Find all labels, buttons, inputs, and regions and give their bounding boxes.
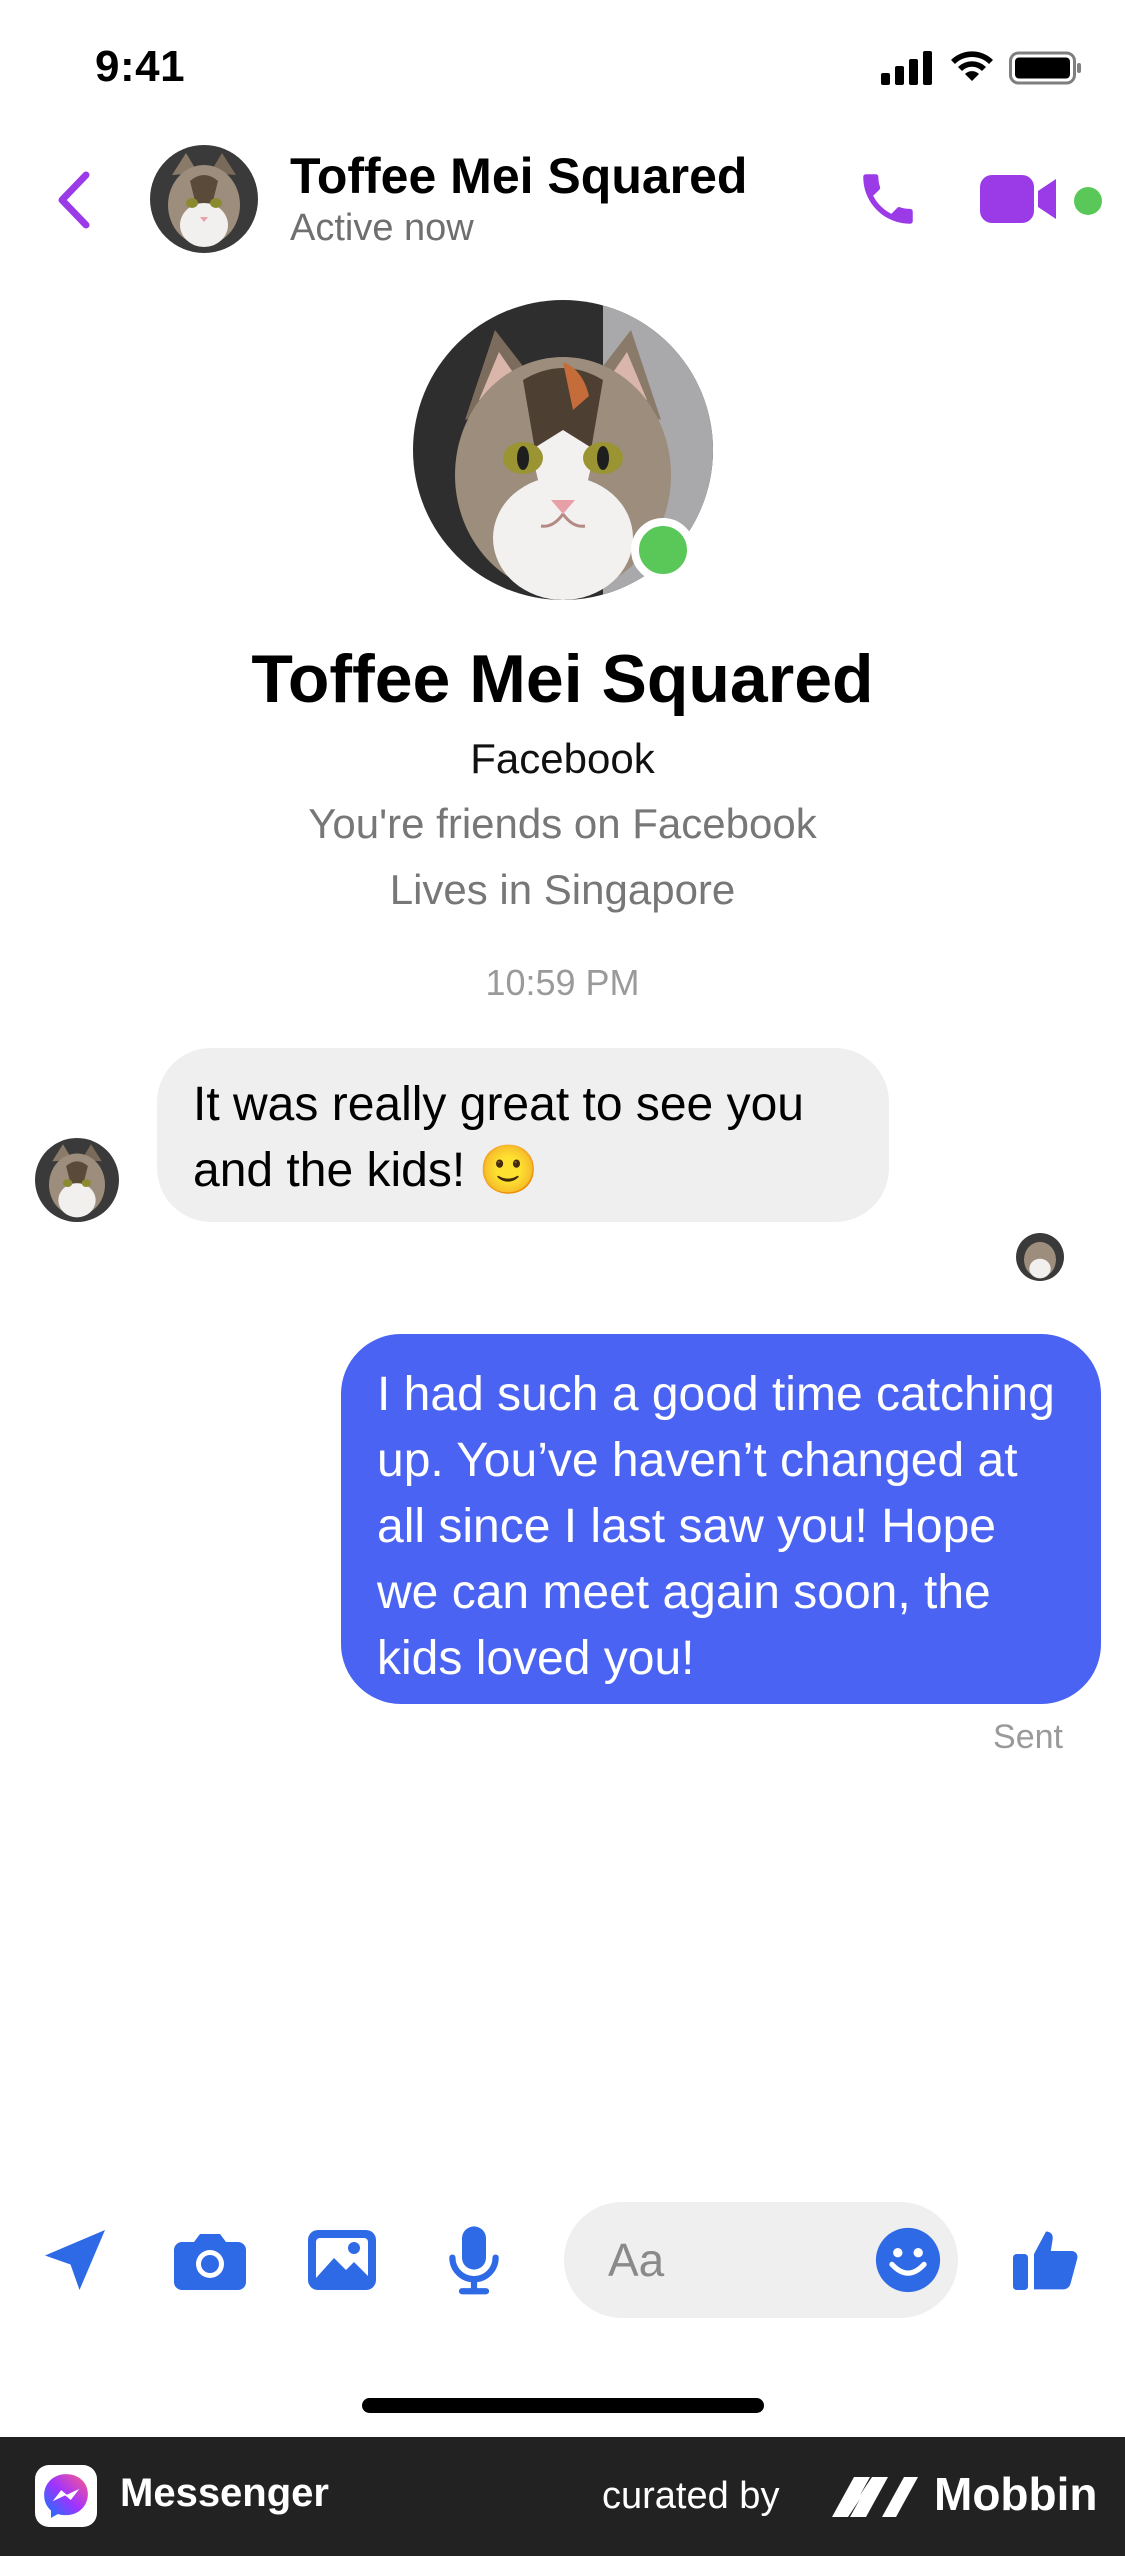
voice-call-button[interactable] bbox=[852, 163, 924, 235]
message-composer bbox=[0, 2190, 1125, 2330]
read-receipt-avatar bbox=[1016, 1233, 1064, 1281]
emoji-button[interactable] bbox=[866, 2218, 950, 2302]
home-indicator bbox=[362, 2398, 764, 2413]
profile-source: Facebook bbox=[470, 735, 655, 782]
outgoing-message-bubble[interactable]: I had such a good time catching up. You’… bbox=[341, 1334, 1101, 1704]
incoming-sender-avatar[interactable] bbox=[35, 1138, 119, 1222]
sent-status: Sent bbox=[993, 1718, 1063, 1756]
incoming-message-bubble[interactable]: It was really great to see you and the k… bbox=[157, 1048, 889, 1222]
footer-brand-name: Mobbin bbox=[934, 2468, 1098, 2520]
status-time: 9:41 bbox=[95, 42, 186, 91]
online-status-dot bbox=[631, 518, 695, 582]
thumbs-up-icon bbox=[1013, 2231, 1078, 2290]
messenger-logo-icon bbox=[35, 2465, 97, 2527]
footer-banner: Messenger curated by Mobbin bbox=[0, 2437, 1125, 2556]
voice-message-button[interactable] bbox=[432, 2218, 516, 2302]
wifi-icon bbox=[951, 51, 993, 81]
phone-icon bbox=[863, 174, 913, 224]
back-icon bbox=[58, 171, 90, 229]
signal-icon bbox=[881, 51, 932, 85]
message-input-container[interactable] bbox=[564, 2202, 958, 2318]
profile-location: Lives in Singapore bbox=[389, 866, 736, 913]
microphone-icon bbox=[449, 2226, 499, 2295]
back-button[interactable] bbox=[44, 165, 104, 235]
camera-button[interactable] bbox=[168, 2218, 252, 2302]
footer-curated-label: curated by bbox=[602, 2475, 780, 2517]
gallery-icon bbox=[308, 2230, 376, 2290]
video-call-button[interactable] bbox=[978, 169, 1060, 229]
battery-icon bbox=[1009, 51, 1081, 85]
like-button[interactable] bbox=[1004, 2218, 1088, 2302]
message-timestamp: 10:59 PM bbox=[485, 962, 640, 1003]
location-icon bbox=[45, 2230, 105, 2290]
camera-icon bbox=[174, 2234, 246, 2290]
footer-app-name: Messenger bbox=[120, 2471, 329, 2515]
status-bar: 9:41 bbox=[0, 0, 1125, 135]
location-button[interactable] bbox=[33, 2218, 117, 2302]
profile-avatar-container[interactable] bbox=[413, 300, 713, 600]
contact-status: Active now bbox=[290, 207, 474, 249]
active-indicator-dot bbox=[1074, 187, 1102, 215]
profile-friendship: You're friends on Facebook bbox=[308, 800, 817, 847]
contact-name[interactable]: Toffee Mei Squared bbox=[290, 147, 747, 205]
profile-name: Toffee Mei Squared bbox=[251, 641, 874, 717]
message-input[interactable] bbox=[608, 2202, 848, 2318]
mobbin-logo-icon bbox=[832, 2477, 918, 2517]
chat-header: Toffee Mei Squared Active now bbox=[0, 135, 1125, 265]
gallery-button[interactable] bbox=[300, 2218, 384, 2302]
header-avatar[interactable] bbox=[150, 145, 258, 253]
emoji-icon bbox=[875, 2227, 941, 2293]
status-icons bbox=[881, 48, 1083, 88]
video-icon bbox=[980, 175, 1056, 223]
